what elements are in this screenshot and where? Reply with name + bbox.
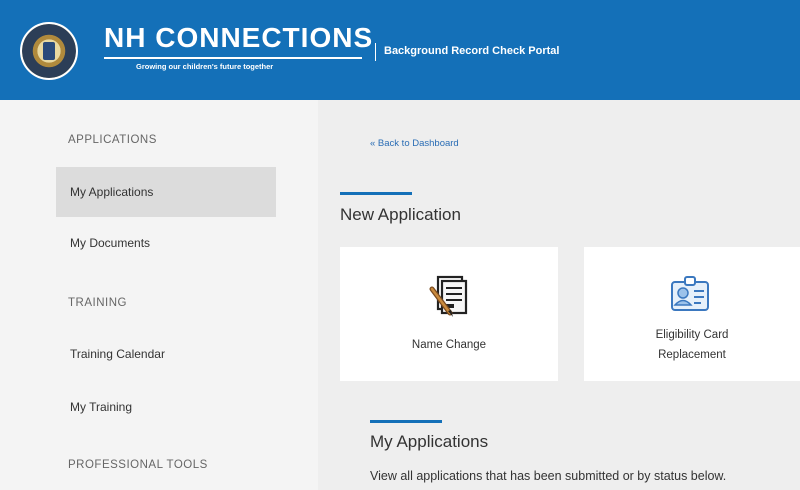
header-divider	[375, 43, 376, 61]
brand-tagline: Growing our children's future together	[136, 62, 274, 71]
state-seal-logo	[20, 22, 78, 80]
my-applications-description: View all applications that has been subm…	[370, 469, 727, 483]
sidebar-heading-professional-tools: PROFESSIONAL TOOLS	[68, 459, 208, 471]
main-content: « Back to Dashboard New Application Name…	[318, 100, 800, 490]
back-to-dashboard-link[interactable]: « Back to Dashboard	[370, 138, 459, 149]
seal-emblem	[43, 42, 55, 60]
eligibility-card-label-line1: Eligibility Card	[655, 329, 729, 341]
brand-title: NH CONNECTIONS	[104, 22, 374, 53]
sidebar-item-my-applications[interactable]: My Applications	[56, 167, 276, 217]
eligibility-card-label-line2: Replacement	[658, 349, 726, 361]
document-pen-icon	[429, 275, 468, 317]
eligibility-card-replacement-card[interactable]: Eligibility Card Replacement	[584, 247, 800, 381]
sidebar-heading-applications: APPLICATIONS	[68, 134, 157, 146]
site-header: NH CONNECTIONS Growing our children's fu…	[0, 0, 800, 100]
sidebar: APPLICATIONS My Applications My Document…	[0, 100, 318, 490]
name-change-label: Name Change	[411, 339, 487, 351]
name-change-card[interactable]: Name Change	[340, 247, 558, 381]
portal-title: Background Record Check Portal	[384, 45, 560, 57]
my-applications-title: My Applications	[370, 432, 489, 451]
sidebar-item-my-documents[interactable]: My Documents	[56, 218, 276, 268]
new-application-title: New Application	[340, 205, 461, 224]
section-accent-bar	[370, 420, 442, 423]
brand-logo[interactable]: NH CONNECTIONS Growing our children's fu…	[104, 22, 373, 71]
brand-underline	[104, 57, 362, 59]
id-card-icon	[671, 276, 709, 311]
sidebar-heading-training: TRAINING	[68, 297, 127, 309]
section-accent-bar	[340, 192, 412, 195]
sidebar-item-training-calendar[interactable]: Training Calendar	[56, 329, 276, 379]
sidebar-item-my-training[interactable]: My Training	[56, 382, 276, 432]
